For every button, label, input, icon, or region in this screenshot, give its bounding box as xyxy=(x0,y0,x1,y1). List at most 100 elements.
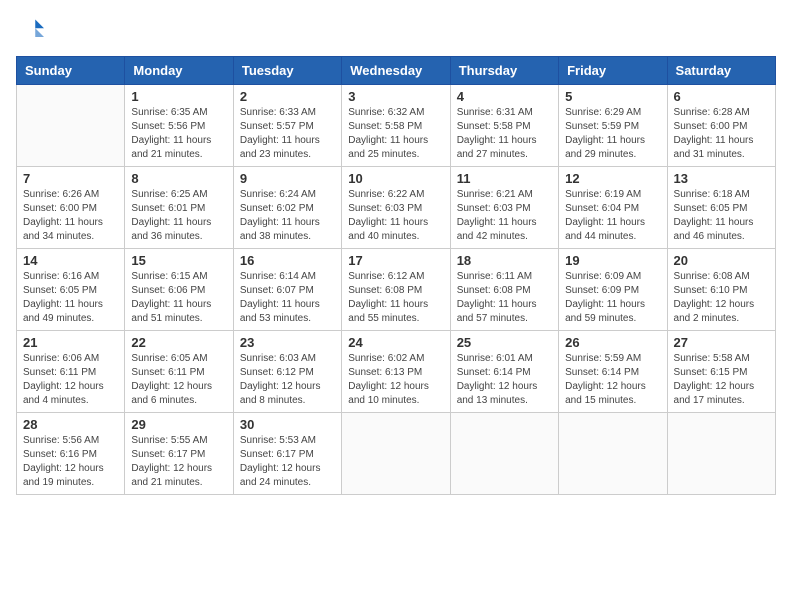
day-number: 27 xyxy=(674,335,769,350)
calendar-cell: 16 Sunrise: 6:14 AM Sunset: 6:07 PM Dayli… xyxy=(233,249,341,331)
day-info: Sunrise: 6:03 AM Sunset: 6:12 PM Dayligh… xyxy=(240,352,335,408)
day-number: 18 xyxy=(457,253,552,268)
day-info: Sunrise: 5:56 AM Sunset: 6:16 PM Dayligh… xyxy=(23,434,118,490)
calendar-cell: 18Sunrise: 6:11 AM Sunset: 6:08 PM Dayli… xyxy=(450,249,558,331)
day-number: 20 xyxy=(674,253,769,268)
day-header-friday: Friday xyxy=(559,57,667,85)
calendar-week-row: 7Sunrise: 6:26 AM Sunset: 6:00 PM Daylig… xyxy=(17,167,776,249)
day-info: Sunrise: 6:31 AM Sunset: 5:58 PM Dayligh… xyxy=(457,106,552,162)
calendar-header-row: SundayMondayTuesdayWednesdayThursdayFrid… xyxy=(17,57,776,85)
day-number: 26 xyxy=(565,335,660,350)
day-info: Sunrise: 6:28 AM Sunset: 6:00 PM Dayligh… xyxy=(674,106,769,162)
day-number: 25 xyxy=(457,335,552,350)
day-number: 11 xyxy=(457,171,552,186)
day-info: Sunrise: 6:25 AM Sunset: 6:01 PM Dayligh… xyxy=(131,188,226,244)
calendar-cell: 17 Sunrise: 6:12 AM Sunset: 6:08 PM Dayli… xyxy=(342,249,450,331)
day-number: 5 xyxy=(565,89,660,104)
day-info: Sunrise: 6:09 AM Sunset: 6:09 PM Dayligh… xyxy=(565,270,660,326)
day-info: Sunrise: 6:21 AM Sunset: 6:03 PM Dayligh… xyxy=(457,188,552,244)
day-number: 4 xyxy=(457,89,552,104)
calendar-cell: 21 Sunrise: 6:06 AM Sunset: 6:11 PM Dayli… xyxy=(17,331,125,413)
day-info: Sunrise: 6:18 AM Sunset: 6:05 PM Dayligh… xyxy=(674,188,769,244)
day-number: 6 xyxy=(674,89,769,104)
calendar-cell: 27 Sunrise: 5:58 AM Sunset: 6:15 PM Dayli… xyxy=(667,331,775,413)
day-info: Sunrise: 6:19 AM Sunset: 6:04 PM Dayligh… xyxy=(565,188,660,244)
calendar-cell: 4 Sunrise: 6:31 AM Sunset: 5:58 PM Daylig… xyxy=(450,85,558,167)
day-number: 21 xyxy=(23,335,118,350)
calendar-cell: 13 Sunrise: 6:18 AM Sunset: 6:05 PM Dayli… xyxy=(667,167,775,249)
calendar-cell: 15 Sunrise: 6:15 AM Sunset: 6:06 PM Dayli… xyxy=(125,249,233,331)
calendar-cell: 1Sunrise: 6:35 AM Sunset: 5:56 PM Daylig… xyxy=(125,85,233,167)
calendar-cell: 19 Sunrise: 6:09 AM Sunset: 6:09 PM Dayli… xyxy=(559,249,667,331)
day-number: 16 xyxy=(240,253,335,268)
day-number: 9 xyxy=(240,171,335,186)
day-header-monday: Monday xyxy=(125,57,233,85)
calendar-cell: 24 Sunrise: 6:02 AM Sunset: 6:13 PM Dayli… xyxy=(342,331,450,413)
day-number: 19 xyxy=(565,253,660,268)
day-info: Sunrise: 5:53 AM Sunset: 6:17 PM Dayligh… xyxy=(240,434,335,490)
day-header-thursday: Thursday xyxy=(450,57,558,85)
calendar-cell: 3 Sunrise: 6:32 AM Sunset: 5:58 PM Daylig… xyxy=(342,85,450,167)
day-info: Sunrise: 6:05 AM Sunset: 6:11 PM Dayligh… xyxy=(131,352,226,408)
calendar-cell: 9 Sunrise: 6:24 AM Sunset: 6:02 PM Daylig… xyxy=(233,167,341,249)
day-info: Sunrise: 6:15 AM Sunset: 6:06 PM Dayligh… xyxy=(131,270,226,326)
day-number: 23 xyxy=(240,335,335,350)
logo-icon xyxy=(16,16,44,44)
day-number: 13 xyxy=(674,171,769,186)
day-info: Sunrise: 6:14 AM Sunset: 6:07 PM Dayligh… xyxy=(240,270,335,326)
day-header-sunday: Sunday xyxy=(17,57,125,85)
day-info: Sunrise: 6:24 AM Sunset: 6:02 PM Dayligh… xyxy=(240,188,335,244)
day-number: 14 xyxy=(23,253,118,268)
day-number: 29 xyxy=(131,417,226,432)
day-info: Sunrise: 6:32 AM Sunset: 5:58 PM Dayligh… xyxy=(348,106,443,162)
calendar-cell: 23 Sunrise: 6:03 AM Sunset: 6:12 PM Dayli… xyxy=(233,331,341,413)
day-info: Sunrise: 6:12 AM Sunset: 6:08 PM Dayligh… xyxy=(348,270,443,326)
calendar-cell: 12Sunrise: 6:19 AM Sunset: 6:04 PM Dayli… xyxy=(559,167,667,249)
calendar-cell xyxy=(559,413,667,495)
calendar-cell: 8Sunrise: 6:25 AM Sunset: 6:01 PM Daylig… xyxy=(125,167,233,249)
calendar-week-row: 1Sunrise: 6:35 AM Sunset: 5:56 PM Daylig… xyxy=(17,85,776,167)
page-header xyxy=(16,16,776,44)
day-info: Sunrise: 6:22 AM Sunset: 6:03 PM Dayligh… xyxy=(348,188,443,244)
day-number: 24 xyxy=(348,335,443,350)
day-number: 17 xyxy=(348,253,443,268)
calendar-cell xyxy=(667,413,775,495)
calendar-cell xyxy=(450,413,558,495)
day-number: 2 xyxy=(240,89,335,104)
day-number: 28 xyxy=(23,417,118,432)
day-number: 10 xyxy=(348,171,443,186)
calendar-week-row: 28 Sunrise: 5:56 AM Sunset: 6:16 PM Dayli… xyxy=(17,413,776,495)
calendar-table: SundayMondayTuesdayWednesdayThursdayFrid… xyxy=(16,56,776,495)
calendar-cell: 25Sunrise: 6:01 AM Sunset: 6:14 PM Dayli… xyxy=(450,331,558,413)
calendar-cell: 30 Sunrise: 5:53 AM Sunset: 6:17 PM Dayli… xyxy=(233,413,341,495)
day-info: Sunrise: 6:33 AM Sunset: 5:57 PM Dayligh… xyxy=(240,106,335,162)
calendar-cell: 11 Sunrise: 6:21 AM Sunset: 6:03 PM Dayli… xyxy=(450,167,558,249)
day-number: 30 xyxy=(240,417,335,432)
day-info: Sunrise: 6:08 AM Sunset: 6:10 PM Dayligh… xyxy=(674,270,769,326)
calendar-week-row: 21 Sunrise: 6:06 AM Sunset: 6:11 PM Dayli… xyxy=(17,331,776,413)
calendar-cell: 10 Sunrise: 6:22 AM Sunset: 6:03 PM Dayli… xyxy=(342,167,450,249)
day-number: 3 xyxy=(348,89,443,104)
day-header-tuesday: Tuesday xyxy=(233,57,341,85)
calendar-cell xyxy=(342,413,450,495)
day-header-wednesday: Wednesday xyxy=(342,57,450,85)
day-info: Sunrise: 6:26 AM Sunset: 6:00 PM Dayligh… xyxy=(23,188,118,244)
day-info: Sunrise: 5:58 AM Sunset: 6:15 PM Dayligh… xyxy=(674,352,769,408)
day-info: Sunrise: 6:06 AM Sunset: 6:11 PM Dayligh… xyxy=(23,352,118,408)
day-info: Sunrise: 6:29 AM Sunset: 5:59 PM Dayligh… xyxy=(565,106,660,162)
calendar-week-row: 14Sunrise: 6:16 AM Sunset: 6:05 PM Dayli… xyxy=(17,249,776,331)
calendar-cell: 7Sunrise: 6:26 AM Sunset: 6:00 PM Daylig… xyxy=(17,167,125,249)
day-info: Sunrise: 6:35 AM Sunset: 5:56 PM Dayligh… xyxy=(131,106,226,162)
calendar-cell: 22 Sunrise: 6:05 AM Sunset: 6:11 PM Dayli… xyxy=(125,331,233,413)
calendar-cell: 5 Sunrise: 6:29 AM Sunset: 5:59 PM Daylig… xyxy=(559,85,667,167)
day-number: 15 xyxy=(131,253,226,268)
calendar-cell: 28 Sunrise: 5:56 AM Sunset: 6:16 PM Dayli… xyxy=(17,413,125,495)
day-header-saturday: Saturday xyxy=(667,57,775,85)
day-info: Sunrise: 5:55 AM Sunset: 6:17 PM Dayligh… xyxy=(131,434,226,490)
calendar-cell: 29 Sunrise: 5:55 AM Sunset: 6:17 PM Dayli… xyxy=(125,413,233,495)
day-info: Sunrise: 5:59 AM Sunset: 6:14 PM Dayligh… xyxy=(565,352,660,408)
calendar-cell: 26 Sunrise: 5:59 AM Sunset: 6:14 PM Dayli… xyxy=(559,331,667,413)
logo xyxy=(16,16,48,44)
day-number: 22 xyxy=(131,335,226,350)
day-info: Sunrise: 6:02 AM Sunset: 6:13 PM Dayligh… xyxy=(348,352,443,408)
